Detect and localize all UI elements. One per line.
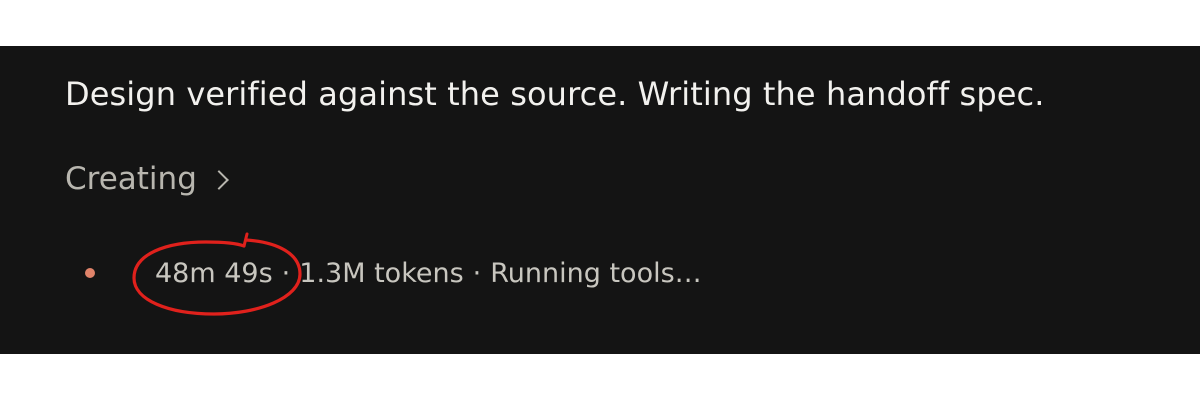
status-row: 48m 49s · 1.3M tokens · Running tools…: [85, 256, 702, 290]
status-dot-icon: [85, 268, 95, 278]
creating-toggle[interactable]: Creating: [65, 161, 229, 197]
creating-label: Creating: [65, 161, 197, 197]
separator: ·: [472, 257, 482, 289]
chevron-right-icon: [208, 170, 229, 190]
separator: ·: [281, 257, 291, 289]
activity-status: Running tools…: [490, 257, 702, 289]
token-count: 1.3M tokens: [299, 257, 464, 289]
elapsed-time: 48m 49s: [155, 257, 273, 289]
assistant-message: Design verified against the source. Writ…: [65, 75, 1045, 113]
